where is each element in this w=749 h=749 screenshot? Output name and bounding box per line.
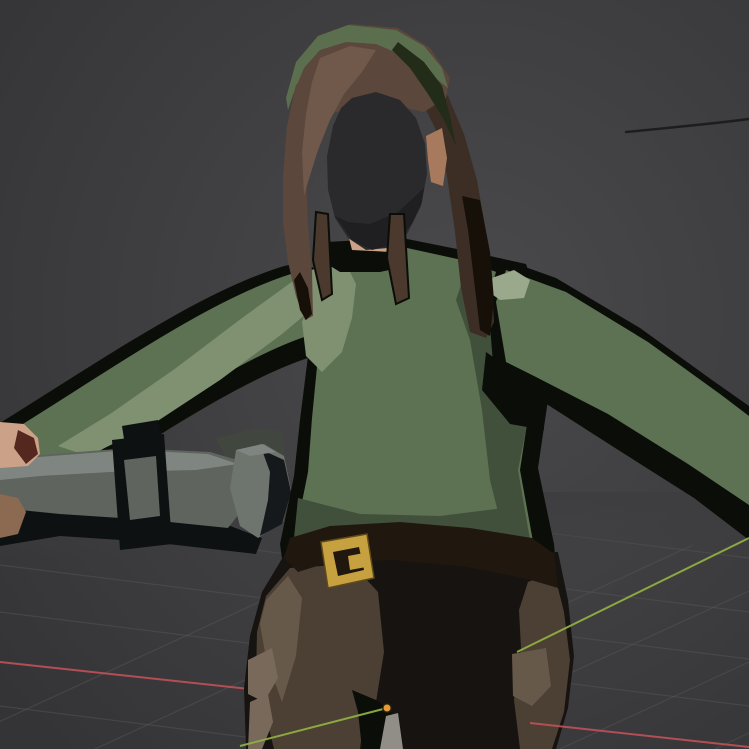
object-origin-marker[interactable] xyxy=(383,704,391,712)
belt-buckle-tongue xyxy=(348,553,366,570)
legs xyxy=(244,552,574,749)
barrel-clamp-inner xyxy=(124,456,160,520)
3d-viewport[interactable] xyxy=(0,0,749,749)
